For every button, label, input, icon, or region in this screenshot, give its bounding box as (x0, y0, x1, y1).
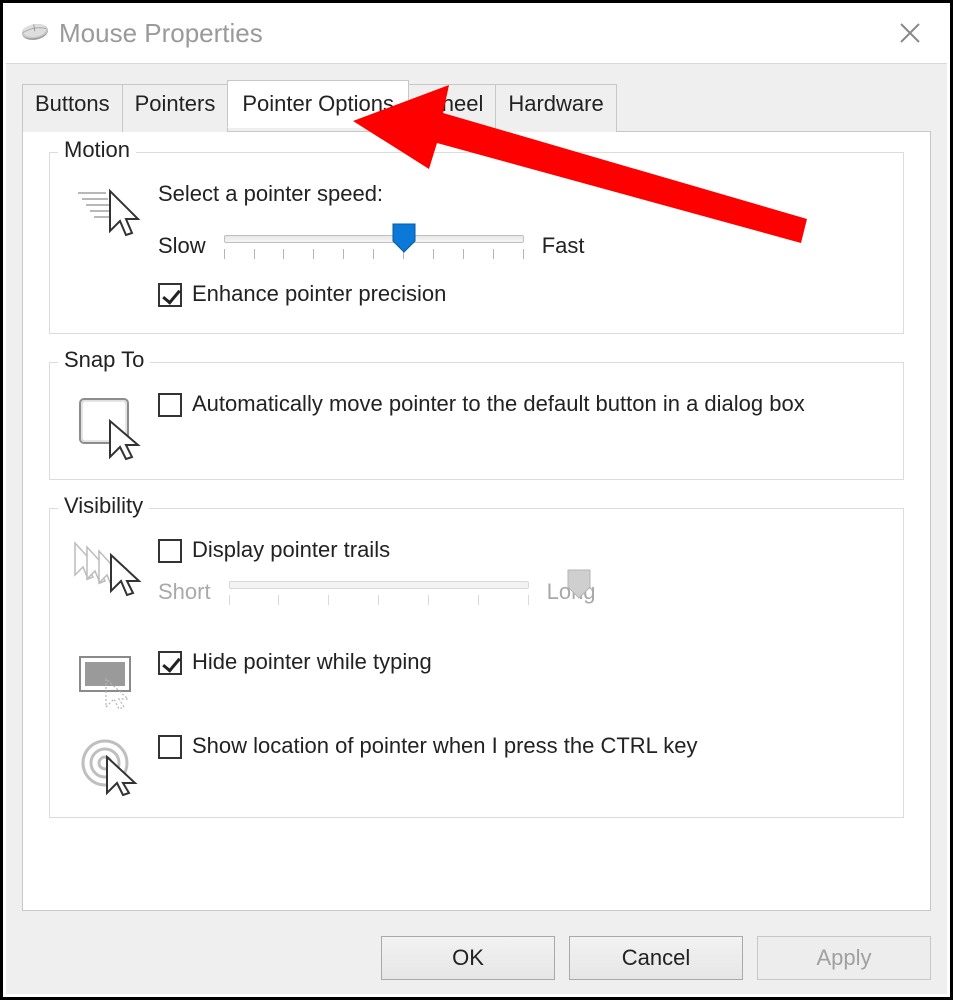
checkbox-hide-typing-label: Hide pointer while typing (192, 649, 432, 675)
motion-cursor-icon (68, 181, 158, 241)
titlebar: Mouse Properties (3, 3, 950, 63)
slider-short-label: Short (158, 579, 211, 605)
pointer-speed-slider[interactable] (224, 225, 524, 267)
group-snap-to: Snap To Automatically move pointer to th… (49, 362, 904, 480)
checkbox-enhance-precision[interactable]: Enhance pointer precision (158, 281, 885, 307)
checkbox-show-location-label: Show location of pointer when I press th… (192, 733, 697, 759)
tab-panel-pointer-options: Motion Select a pointer speed: (22, 131, 931, 911)
close-icon (899, 22, 921, 44)
group-motion-legend: Motion (58, 137, 136, 163)
slider-fast-label: Fast (542, 233, 585, 259)
checkbox-pointer-trails-label: Display pointer trails (192, 537, 390, 563)
checkbox-icon (158, 283, 182, 307)
motion-heading: Select a pointer speed: (158, 181, 885, 207)
pointer-trails-icon (68, 537, 158, 601)
close-button[interactable] (886, 9, 934, 57)
tab-hardware[interactable]: Hardware (495, 84, 616, 132)
dialog-window: Mouse Properties Buttons Pointers Pointe… (0, 0, 953, 1000)
slider-slow-label: Slow (158, 233, 206, 259)
group-snap-to-legend: Snap To (58, 347, 150, 373)
tab-pointers[interactable]: Pointers (122, 84, 229, 132)
checkbox-icon (158, 651, 182, 675)
checkbox-hide-typing[interactable]: Hide pointer while typing (158, 649, 885, 675)
slider-thumb-icon (567, 569, 591, 599)
checkbox-icon (158, 539, 182, 563)
tab-pointer-options[interactable]: Pointer Options (227, 80, 409, 128)
checkbox-show-location[interactable]: Show location of pointer when I press th… (158, 733, 885, 759)
checkbox-snap-to-label: Automatically move pointer to the defaul… (192, 391, 805, 417)
checkbox-icon (158, 735, 182, 759)
group-visibility: Visibility (49, 508, 904, 818)
apply-button: Apply (757, 936, 931, 980)
snap-to-icon (68, 391, 158, 461)
ok-button[interactable]: OK (381, 936, 555, 980)
checkbox-enhance-precision-label: Enhance pointer precision (192, 281, 446, 307)
slider-thumb-icon (392, 223, 416, 253)
tab-strip: Buttons Pointers Pointer Options Wheel H… (22, 84, 931, 132)
checkbox-snap-to[interactable]: Automatically move pointer to the defaul… (158, 391, 885, 417)
pointer-trails-slider (229, 571, 529, 613)
dialog-body: Buttons Pointers Pointer Options Wheel H… (6, 63, 947, 994)
tab-buttons[interactable]: Buttons (22, 84, 123, 132)
dialog-button-row: OK Cancel Apply (381, 936, 931, 980)
window-title: Mouse Properties (59, 18, 263, 49)
hide-typing-icon (68, 649, 158, 711)
group-visibility-legend: Visibility (58, 493, 149, 519)
group-motion: Motion Select a pointer speed: (49, 152, 904, 334)
mouse-icon (19, 18, 51, 49)
tab-wheel[interactable]: Wheel (408, 84, 496, 132)
show-location-icon (68, 733, 158, 799)
checkbox-icon (158, 393, 182, 417)
cancel-button[interactable]: Cancel (569, 936, 743, 980)
checkbox-pointer-trails[interactable]: Display pointer trails (158, 537, 885, 563)
